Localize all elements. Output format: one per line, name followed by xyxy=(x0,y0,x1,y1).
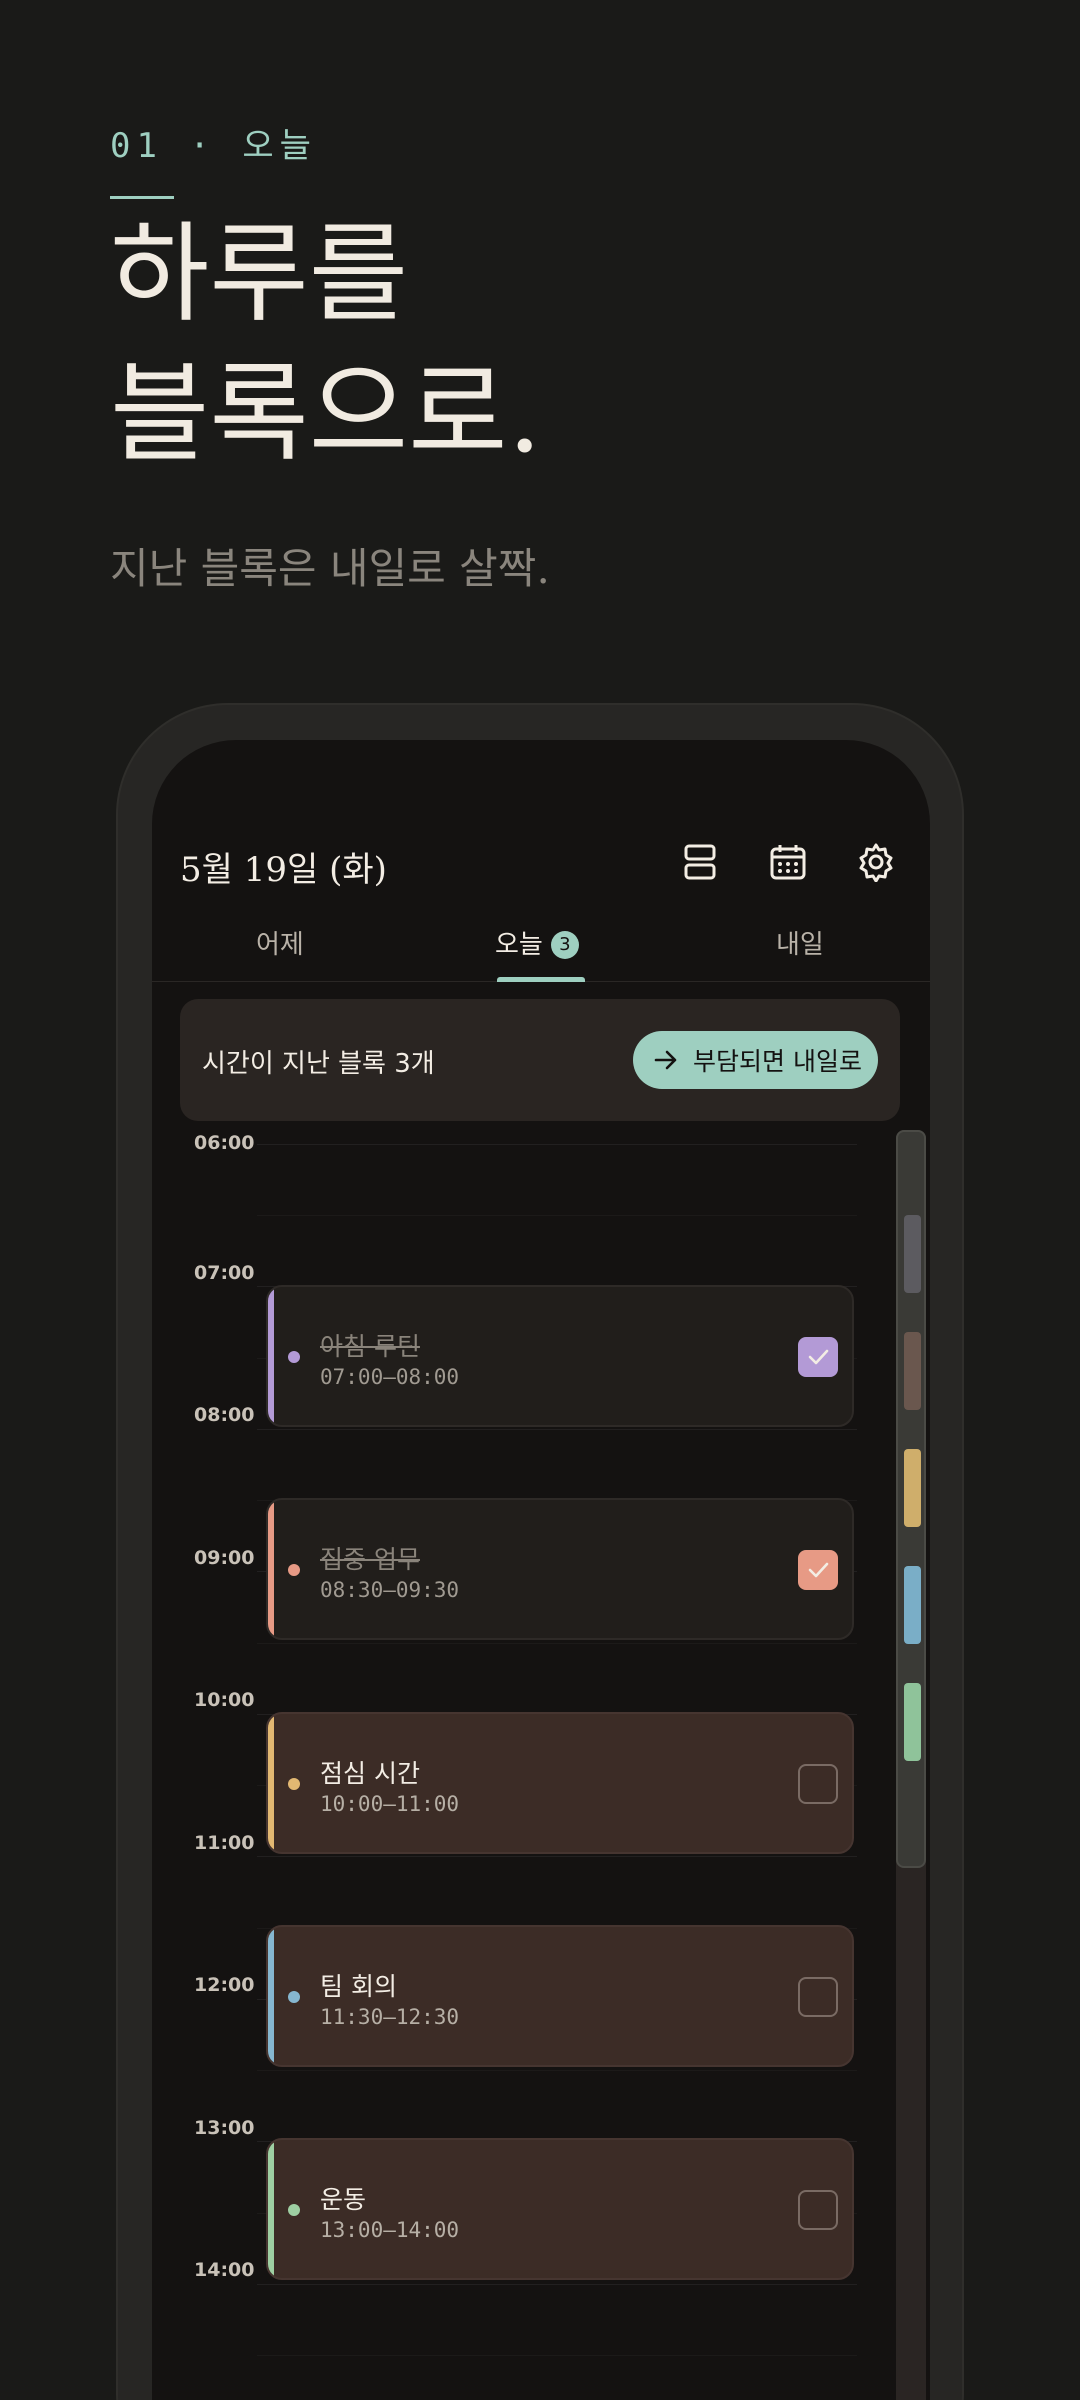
block-dot xyxy=(288,1351,300,1363)
block-dot xyxy=(288,1564,300,1576)
headline: 하루를 블록으로. xyxy=(110,205,542,485)
headline-line-2: 블록으로. xyxy=(110,352,542,477)
arrow-right-icon xyxy=(654,1050,677,1070)
block-color-bar xyxy=(268,2140,274,2278)
defer-to-tomorrow-button[interactable]: 부담되면 내일로 xyxy=(633,1031,878,1089)
phone-screen: 5월 19일 (화) 어제 오늘 3 내일 시간이 지난 블록 3개 부담되면 내… xyxy=(152,740,930,2400)
block-time: 07:00–08:00 xyxy=(320,1365,460,1389)
overdue-text: 시간이 지난 블록 3개 xyxy=(202,1049,435,1079)
top-bar: 5월 19일 (화) xyxy=(152,820,930,910)
block-time: 08:30–09:30 xyxy=(320,1578,460,1602)
hour-label: 11:00 xyxy=(194,1832,255,1854)
block-time: 11:30–12:30 xyxy=(320,2005,460,2029)
block-time: 13:00–14:00 xyxy=(320,2218,460,2242)
minimap-block xyxy=(904,1332,921,1410)
block-title: 팀 회의 xyxy=(320,1972,397,2001)
hour-label: 12:00 xyxy=(194,1974,255,1996)
hour-label: 08:00 xyxy=(194,1404,255,1426)
minimap-block xyxy=(904,1449,921,1527)
grid-line xyxy=(257,1643,857,1644)
block-checkbox[interactable] xyxy=(798,1337,838,1377)
grid-line xyxy=(257,2070,857,2071)
block-dot xyxy=(288,1778,300,1790)
section-eyebrow: 01 · 오늘 xyxy=(110,126,317,166)
current-date: 5월 19일 (화) xyxy=(180,850,387,890)
tab-today[interactable]: 오늘 3 xyxy=(495,924,579,961)
block-color-bar xyxy=(268,1714,274,1852)
grid-line xyxy=(257,1429,857,1430)
block-checkbox[interactable] xyxy=(798,1764,838,1804)
minimap-block xyxy=(904,1566,921,1644)
subline: 지난 블록은 내일로 살짝. xyxy=(110,544,550,593)
grid-line xyxy=(257,1144,857,1145)
hour-label: 06:00 xyxy=(194,1132,255,1154)
tab-yesterday[interactable]: 어제 xyxy=(256,924,304,961)
time-block[interactable]: 팀 회의 11:30–12:30 xyxy=(266,1925,854,2067)
grid-line xyxy=(257,1856,857,1857)
block-title: 아침 루틴 xyxy=(320,1332,420,1361)
block-checkbox[interactable] xyxy=(798,1550,838,1590)
headline-line-1: 하루를 xyxy=(110,212,409,337)
gear-icon[interactable] xyxy=(856,842,896,883)
block-color-bar xyxy=(268,1287,274,1425)
hour-label: 10:00 xyxy=(194,1689,255,1711)
tab-today-badge: 3 xyxy=(550,931,579,959)
hour-label: 09:00 xyxy=(194,1547,255,1569)
hour-label: 14:00 xyxy=(194,2259,255,2281)
block-title: 집중 업무 xyxy=(320,1545,420,1574)
time-block[interactable]: 집중 업무 08:30–09:30 xyxy=(266,1498,854,1640)
check-icon xyxy=(808,1562,829,1578)
block-title: 운동 xyxy=(320,2185,367,2214)
active-tab-indicator xyxy=(497,977,585,982)
time-block[interactable]: 아침 루틴 07:00–08:00 xyxy=(266,1285,854,1427)
time-block[interactable]: 운동 13:00–14:00 xyxy=(266,2138,854,2280)
block-checkbox[interactable] xyxy=(798,1977,838,2017)
grid-line xyxy=(257,2284,857,2285)
block-time: 10:00–11:00 xyxy=(320,1792,460,1816)
block-dot xyxy=(288,1991,300,2003)
block-checkbox[interactable] xyxy=(798,2190,838,2230)
block-title: 점심 시간 xyxy=(320,1759,420,1788)
minimap-block xyxy=(904,1683,921,1761)
check-icon xyxy=(808,1349,829,1365)
calendar-icon[interactable] xyxy=(768,842,808,882)
time-block[interactable]: 점심 시간 10:00–11:00 xyxy=(266,1712,854,1854)
defer-button-label: 부담되면 내일로 xyxy=(693,1047,862,1076)
block-color-bar xyxy=(268,1500,274,1638)
block-color-bar xyxy=(268,1927,274,2065)
hour-label: 13:00 xyxy=(194,2117,255,2139)
timeline: 06:00 07:00 08:00 09:00 10:00 11:00 12:0… xyxy=(152,1130,930,2400)
hour-label: 07:00 xyxy=(194,1262,255,1284)
tab-today-label: 오늘 xyxy=(495,930,543,960)
minimap-block xyxy=(904,1215,921,1293)
tab-tomorrow[interactable]: 내일 xyxy=(776,924,824,961)
grid-line xyxy=(257,2355,857,2356)
list-icon[interactable] xyxy=(680,842,720,882)
day-tabs: 어제 오늘 3 내일 xyxy=(152,910,930,982)
eyebrow-rule xyxy=(110,196,174,199)
overdue-banner: 시간이 지난 블록 3개 부담되면 내일로 xyxy=(180,999,900,1121)
block-dot xyxy=(288,2204,300,2216)
grid-line xyxy=(257,1215,857,1216)
